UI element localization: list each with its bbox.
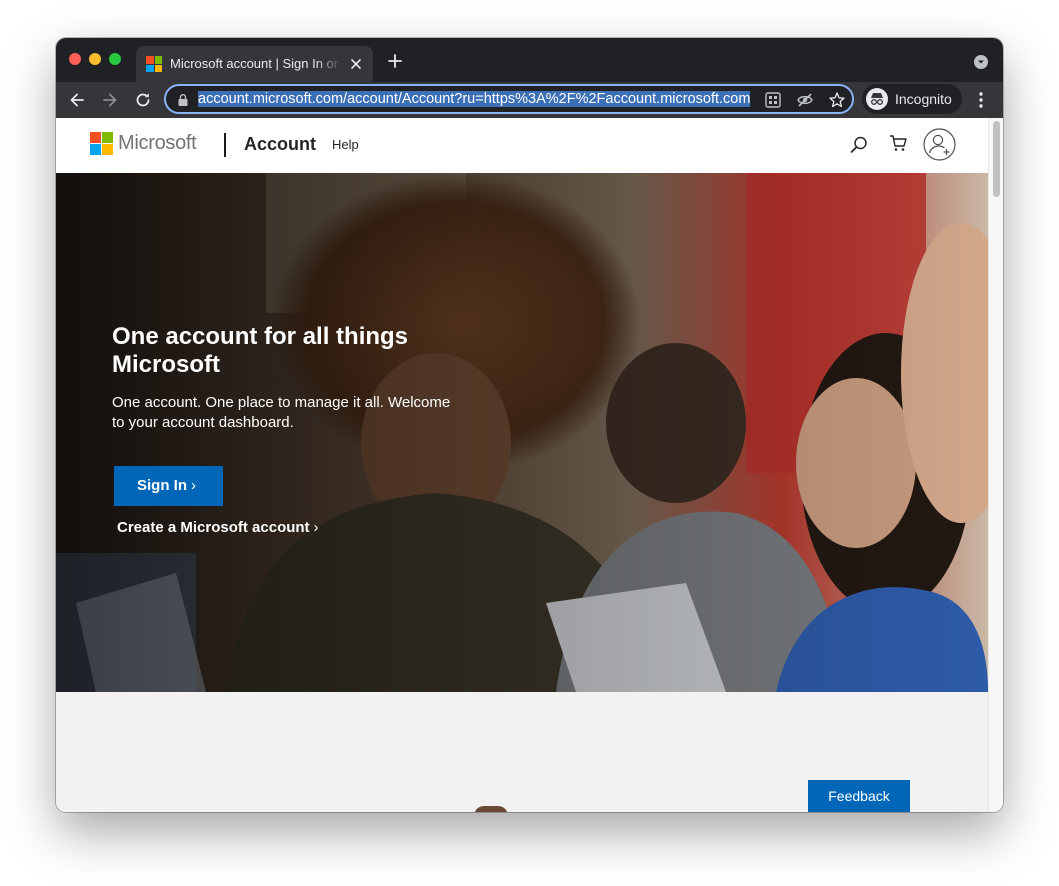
reload-icon[interactable] <box>132 89 154 111</box>
incognito-profile-button[interactable]: Incognito <box>862 84 962 114</box>
site-header: Microsoft Account Help <box>56 118 988 173</box>
account-section-title[interactable]: Account <box>244 132 316 156</box>
tab-strip: Microsoft account | Sign In or Create <box>56 38 1003 82</box>
microsoft-wordmark[interactable]: Microsoft <box>118 131 197 155</box>
header-divider <box>224 133 226 157</box>
forward-icon[interactable] <box>99 89 121 111</box>
create-account-link[interactable]: Create a Microsoft account › <box>117 518 319 538</box>
more-vert-icon[interactable] <box>972 89 990 111</box>
close-icon[interactable] <box>348 56 364 72</box>
chevron-right-icon: › <box>191 477 196 494</box>
create-account-label: Create a Microsoft account <box>117 519 310 536</box>
lock-icon[interactable] <box>177 93 189 107</box>
hero-subtitle: One account. One place to manage it all.… <box>112 394 451 431</box>
window-close-button[interactable] <box>69 53 81 65</box>
tab-active[interactable]: Microsoft account | Sign In or Create <box>136 46 373 82</box>
sign-in-label: Sign In <box>137 477 187 494</box>
chevron-right-icon: › <box>313 519 319 536</box>
eye-off-icon[interactable] <box>796 91 814 109</box>
help-link[interactable]: Help <box>332 137 359 153</box>
microsoft-favicon-icon <box>146 56 162 72</box>
new-tab-icon[interactable] <box>386 52 404 70</box>
window-zoom-button[interactable] <box>109 53 121 65</box>
hero-banner: One account for all things Microsoft One… <box>56 173 988 692</box>
sign-in-button[interactable]: Sign In › <box>114 466 223 506</box>
window-minimize-button[interactable] <box>89 53 101 65</box>
scrollbar-thumb[interactable] <box>993 121 1000 197</box>
chevron-down-icon <box>978 60 984 64</box>
back-icon[interactable] <box>66 89 88 111</box>
star-icon[interactable] <box>828 91 846 109</box>
url-text[interactable]: account.microsoft.com/account/Account?ru… <box>198 90 754 108</box>
search-icon[interactable] <box>849 135 869 155</box>
tab-search-button[interactable] <box>974 55 988 69</box>
feedback-button[interactable]: Feedback <box>808 780 910 812</box>
cart-icon[interactable] <box>888 133 908 153</box>
address-bar[interactable]: account.microsoft.com/account/Account?ru… <box>164 84 854 114</box>
microsoft-logo-icon[interactable] <box>90 132 113 155</box>
qr-code-icon[interactable] <box>764 91 782 109</box>
hero-title: One account for all things Microsoft <box>112 323 409 378</box>
browser-toolbar: account.microsoft.com/account/Account?ru… <box>56 82 1003 118</box>
account-icon[interactable] <box>923 128 956 161</box>
incognito-icon <box>866 88 888 110</box>
incognito-label: Incognito <box>895 91 952 107</box>
page-viewport: Microsoft Account Help One account for a… <box>56 118 1003 812</box>
page-scrollbar[interactable] <box>988 118 1003 812</box>
tab-title: Microsoft account | Sign In or Create <box>170 56 342 71</box>
partial-illustration <box>474 806 508 812</box>
browser-window: Microsoft account | Sign In or Create <box>56 38 1003 812</box>
